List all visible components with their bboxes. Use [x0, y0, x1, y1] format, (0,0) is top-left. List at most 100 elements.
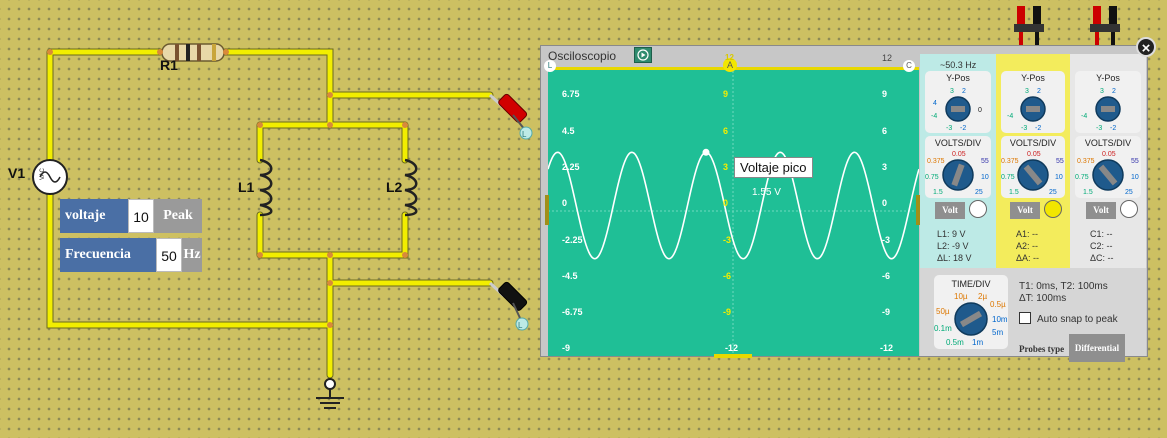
svg-text:0.05: 0.05	[1027, 151, 1041, 158]
timediv-knob[interactable]: 10µ 2µ0.5µ 50µ 10m 0.1m 5m 0.5m 1m	[934, 289, 1008, 349]
left-tick: -2.25	[562, 235, 583, 245]
svg-text:2: 2	[962, 88, 966, 95]
svg-text:0.75: 0.75	[1001, 174, 1015, 181]
oscilloscope-title: Osciloscopio	[548, 49, 617, 63]
svg-text:0.05: 0.05	[952, 151, 966, 158]
param-frecuencia-unit: Hz	[182, 238, 202, 272]
volts-box-c: VOLTS/DIV 0.05 0.375 55 0.75 10 1.5 25	[1075, 136, 1141, 198]
left-tick: -9	[562, 343, 571, 353]
param-frecuencia-value[interactable]: 50	[156, 238, 182, 272]
inductor-l1[interactable]	[259, 158, 273, 217]
left-tick: 4.5	[562, 126, 575, 136]
svg-text:55: 55	[1131, 158, 1139, 165]
svg-text:10m: 10m	[992, 315, 1008, 324]
ypos-box-c: Y-Pos 3 2 -4 -3 -2	[1075, 71, 1141, 133]
play-icon	[637, 49, 649, 61]
volt-button-l[interactable]: Volt	[935, 202, 965, 219]
svg-text:-4: -4	[1081, 113, 1087, 120]
probe-red-marker: L	[522, 130, 527, 139]
reading-c2: C2: --	[1090, 241, 1113, 251]
frequency-readout: ~50.3 Hz	[940, 60, 977, 70]
ypos-title-c: Y-Pos	[1096, 73, 1120, 83]
svg-text:1.5: 1.5	[933, 189, 943, 196]
time-readout-dt: ΔT: 100ms	[1019, 293, 1067, 304]
center-tick: 3	[723, 162, 729, 172]
svg-text:0.375: 0.375	[927, 158, 945, 165]
resistor-label: R1	[160, 57, 178, 73]
svg-text:1m: 1m	[972, 338, 983, 347]
svg-text:-3: -3	[946, 125, 952, 132]
left-tick: 2.25	[562, 162, 580, 172]
svg-text:3: 3	[1100, 88, 1104, 95]
svg-text:25: 25	[975, 189, 983, 196]
svg-text:1.5: 1.5	[1009, 189, 1019, 196]
right-tick: 0	[882, 198, 888, 208]
right-tick: -12	[880, 343, 894, 353]
param-voltaje-value[interactable]: 10	[128, 199, 154, 233]
volts-knob-a[interactable]: 0.05 0.375 55 0.75 10 1.5 25	[1001, 148, 1065, 198]
left-handle[interactable]	[545, 195, 549, 225]
auto-snap-checkbox[interactable]	[1019, 312, 1031, 324]
left-tick: 0	[562, 198, 568, 208]
ypos-knob-c[interactable]: 3 2 -4 -3 -2	[1075, 85, 1141, 133]
probe-toggle-l[interactable]	[969, 200, 987, 218]
svg-text:55: 55	[1056, 158, 1064, 165]
peak-tooltip: Voltaje pico	[734, 157, 813, 178]
volts-knob-c[interactable]: 0.05 0.375 55 0.75 10 1.5 25	[1075, 148, 1141, 198]
volt-button-a[interactable]: Volt	[1010, 202, 1040, 219]
source-symbol: VAC	[40, 167, 46, 180]
svg-text:3: 3	[1025, 88, 1029, 95]
left-tick: 6.75	[562, 89, 580, 99]
svg-text:10: 10	[1131, 174, 1139, 181]
ground-symbol[interactable]	[316, 378, 344, 409]
svg-text:1.5: 1.5	[1083, 189, 1093, 196]
probes-type-button[interactable]: Differential	[1069, 334, 1125, 362]
volts-title-a: VOLTS/DIV	[1009, 138, 1057, 148]
marker-c[interactable]: C	[903, 60, 915, 72]
scope-screen[interactable]	[548, 67, 919, 356]
peak-reading: 1.55 V	[752, 187, 781, 198]
svg-text:0: 0	[978, 107, 982, 114]
reading-c1: C1: --	[1090, 229, 1113, 239]
reading-da: ΔA: --	[1016, 253, 1040, 263]
inductor-l2[interactable]	[404, 158, 418, 217]
probes-type-label: Probes type	[1019, 344, 1065, 354]
volts-title-c: VOLTS/DIV	[1084, 138, 1132, 148]
probe-toggle-c[interactable]	[1120, 200, 1138, 218]
svg-text:0.375: 0.375	[1001, 158, 1019, 165]
probe-black-marker: L	[518, 321, 523, 330]
svg-text:2: 2	[1037, 88, 1041, 95]
param-frecuencia: Frecuencia 50 Hz	[60, 238, 202, 272]
svg-text:2: 2	[1112, 88, 1116, 95]
timediv-box: TIME/DIV 10µ 2µ 0.5µ 50µ 10m 0.1m 5m 0.5m 1m	[934, 275, 1008, 349]
inductor1-label: L1	[238, 179, 255, 195]
marker-l[interactable]: L	[544, 60, 556, 72]
time-readout-t: T1: 0ms, T2: 100ms	[1019, 281, 1108, 292]
close-icon[interactable]: ×	[1136, 37, 1156, 57]
svg-text:2µ: 2µ	[978, 292, 987, 301]
volts-box-a: VOLTS/DIV 0.05 0.375 55 0.75 10 1.5 25	[1001, 136, 1065, 198]
ypos-knob-a[interactable]: 3 2 -4 -3 -2	[1001, 85, 1065, 133]
probe-toggle-a[interactable]	[1044, 200, 1062, 218]
center-tick: -6	[723, 271, 732, 281]
ypos-title-a: Y-Pos	[1021, 73, 1045, 83]
volts-box-l: VOLTS/DIV 0.05 0.375 55 0.75 10 1.5 25	[925, 136, 991, 198]
reading-l2: L2: -9 V	[937, 241, 969, 251]
svg-text:0.5m: 0.5m	[946, 338, 964, 347]
volts-knob-l[interactable]: 0.05 0.375 55 0.75 10 1.5 25	[925, 148, 991, 198]
ac-source-v1[interactable]	[32, 159, 68, 195]
ypos-knob-l[interactable]: 3 2 4 0 -4 -3 -2	[925, 85, 991, 133]
svg-text:25: 25	[1125, 189, 1133, 196]
svg-text:5m: 5m	[992, 328, 1003, 337]
right-tick: 9	[882, 89, 888, 99]
svg-text:-4: -4	[1007, 113, 1013, 120]
svg-text:25: 25	[1049, 189, 1057, 196]
right-tick: -9	[882, 307, 891, 317]
svg-text:4: 4	[933, 100, 937, 107]
svg-text:0.375: 0.375	[1077, 158, 1095, 165]
peak-marker[interactable]	[702, 148, 710, 156]
ypos-box-l: Y-Pos 3 2 4 0 -4 -3 -2	[925, 71, 991, 133]
param-voltaje-name: voltaje	[60, 199, 128, 233]
play-button[interactable]	[634, 47, 652, 63]
volt-button-c[interactable]: Volt	[1086, 202, 1116, 219]
